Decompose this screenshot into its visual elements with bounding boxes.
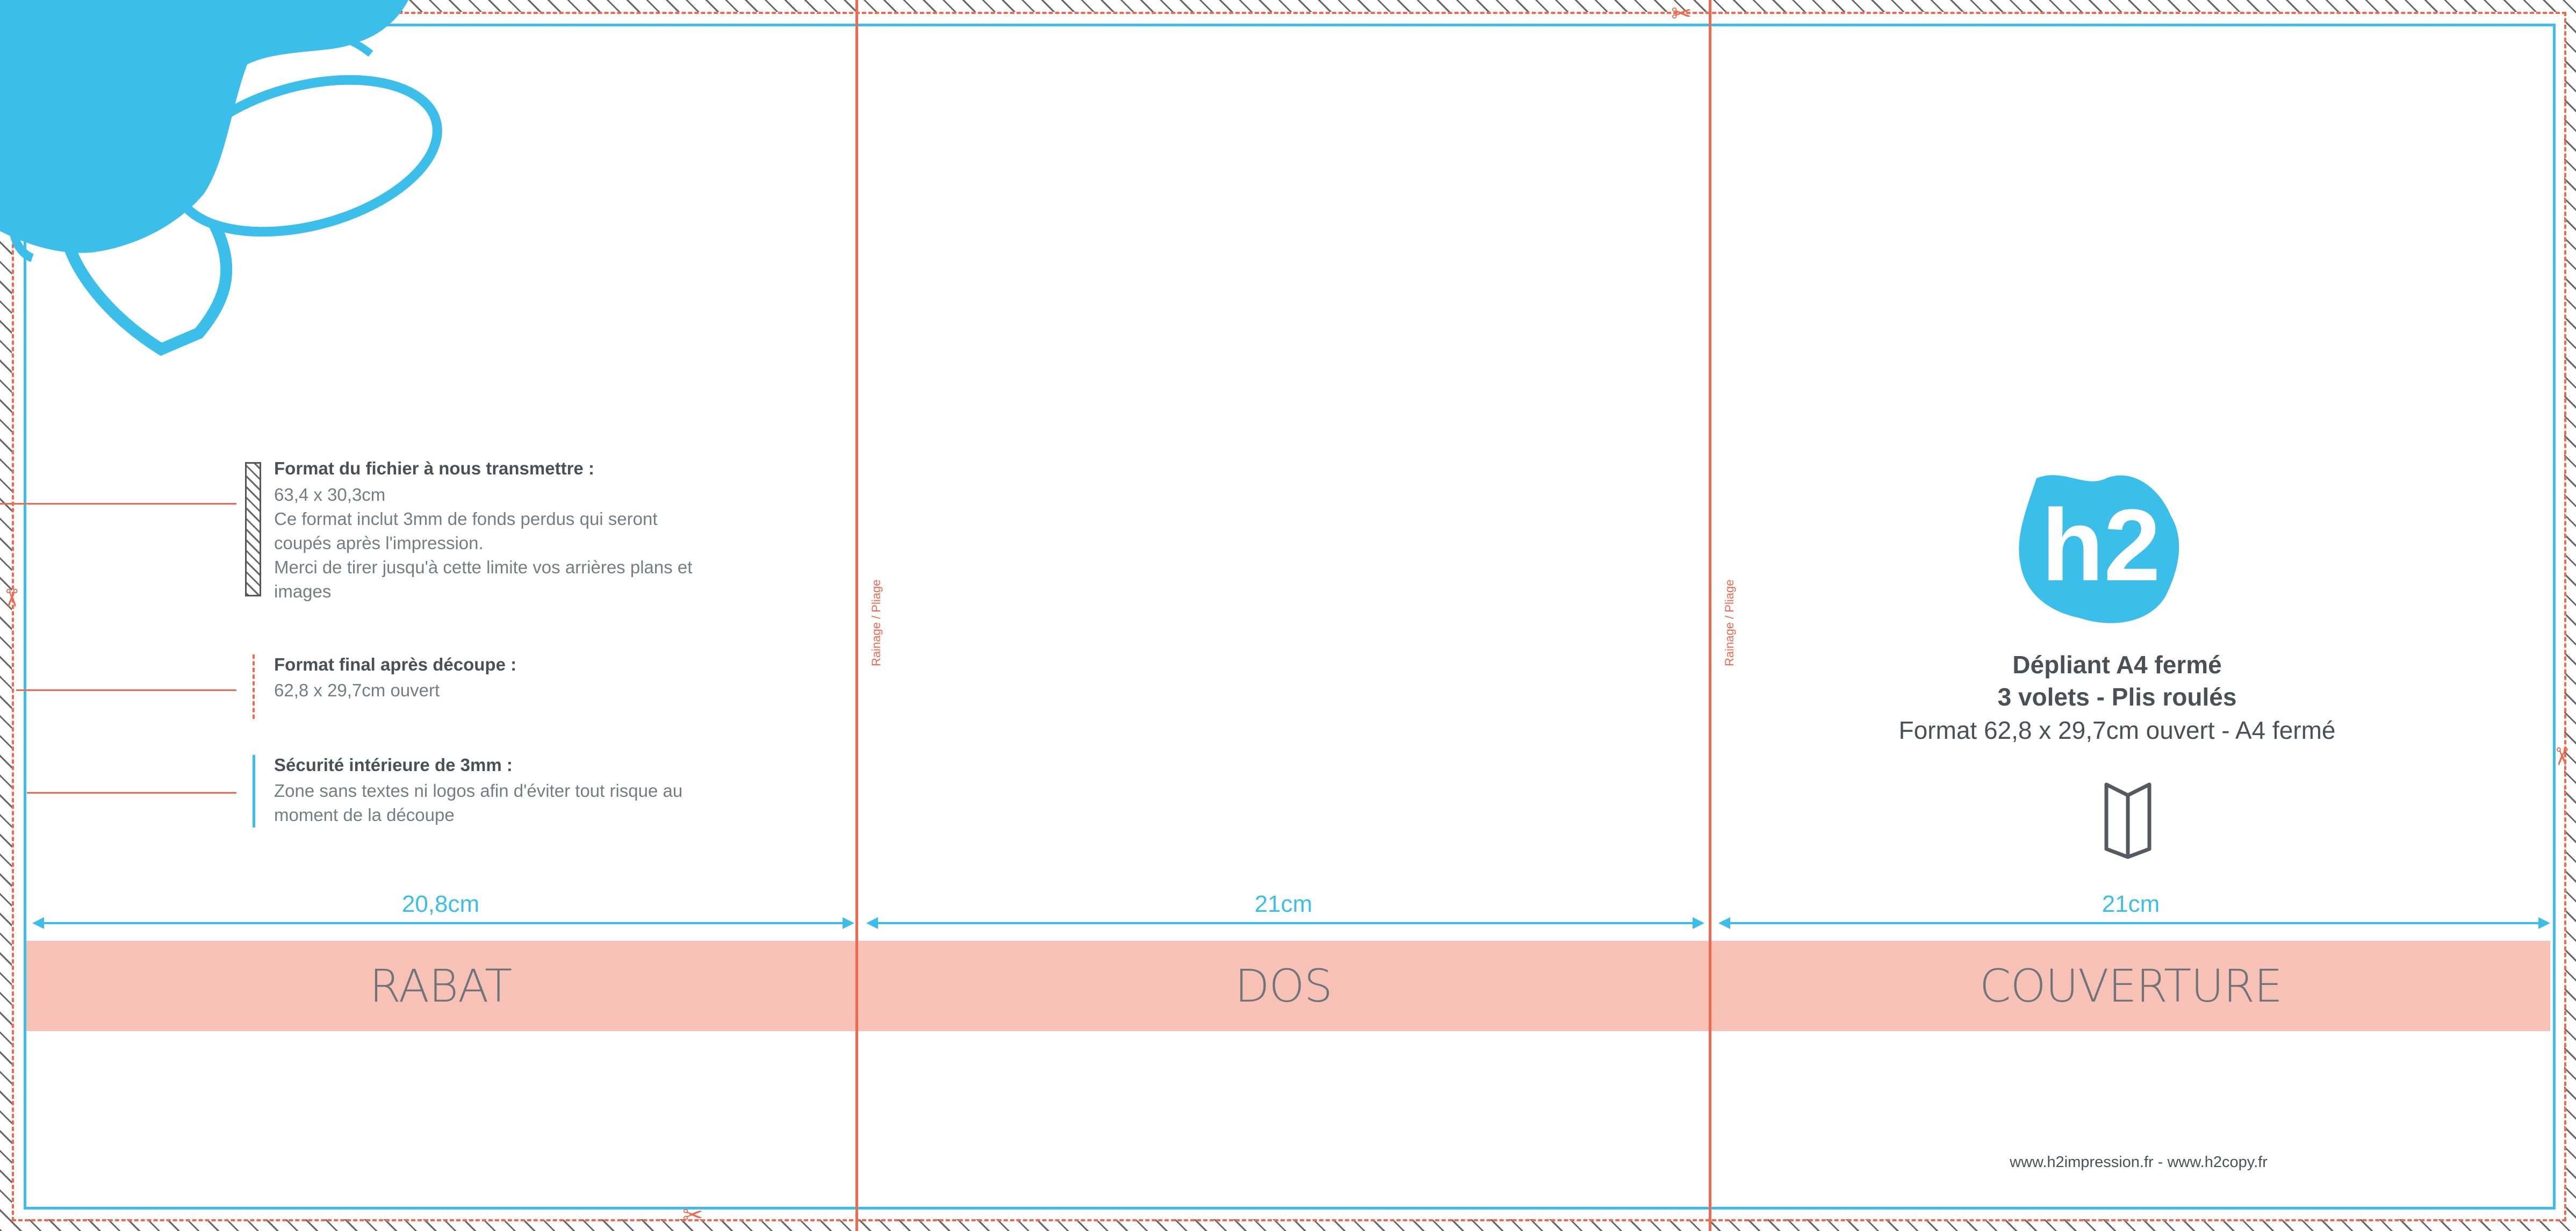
dimension-line-dos [870, 922, 1698, 924]
dimension-label-couverture: 21cm [2102, 891, 2160, 917]
arrow-right-icon [843, 917, 854, 929]
scissors-icon: ✂ [682, 1201, 703, 1229]
dimension-line-rabat [35, 922, 846, 924]
arrow-left-icon [32, 917, 44, 929]
panel-label-couverture: COUVERTURE [1979, 960, 2283, 1012]
final-pointer-line [16, 689, 236, 691]
bleed-legend-text: 63,4 x 30,3cm Ce format inclut 3mm de fo… [274, 483, 758, 603]
scissors-icon: ✂ [2548, 746, 2576, 767]
safety-pointer-line [27, 792, 236, 794]
bleed-legend-title: Format du fichier à nous transmettre : [274, 458, 594, 478]
final-legend-title: Format final après découpe : [274, 654, 517, 674]
safety-legend-swatch [253, 755, 255, 827]
safety-legend-line: Zone sans textes ni logos afin d'éviter … [274, 781, 683, 801]
bleed-legend-swatch [245, 462, 261, 596]
logo-text: h2 [2041, 488, 2161, 602]
arrow-right-icon [1693, 917, 1704, 929]
panel-label-dos: DOS [1234, 960, 1333, 1012]
arrow-right-icon [2538, 917, 2550, 929]
scissors-icon: ✂ [1671, 0, 1692, 27]
footer-websites: www.h2impression.fr - www.h2copy.fr [2010, 1154, 2268, 1171]
fold-label-1: Rainage / Pliage [869, 579, 883, 666]
panel-label-rabat: RABAT [369, 960, 513, 1012]
cover-title-line1: Dépliant A4 fermé [2012, 651, 2222, 679]
bleed-legend-line: Ce format inclut 3mm de fonds perdus qui… [274, 509, 658, 529]
folded-leaflet-icon [2104, 782, 2152, 859]
safety-legend-title: Sécurité intérieure de 3mm : [274, 755, 513, 775]
dimension-label-rabat: 20,8cm [401, 891, 480, 917]
dimension-line-couverture [1723, 922, 2541, 924]
fold-line-1 [855, 0, 858, 1231]
bleed-legend-line: coupés après l'impression. [274, 533, 484, 553]
bleed-legend-line: images [274, 581, 332, 601]
fold-label-2: Rainage / Pliage [1723, 579, 1736, 666]
safety-legend-text: Zone sans textes ni logos afin d'éviter … [274, 779, 758, 827]
arrow-left-icon [866, 917, 878, 929]
blue-splash-decoration [0, 0, 442, 356]
safety-legend-line: moment de la découpe [274, 805, 455, 825]
bleed-legend-line: 63,4 x 30,3cm [274, 485, 386, 505]
arrow-left-icon [1718, 917, 1730, 929]
final-legend-text: 62,8 x 29,7cm ouvert [274, 680, 440, 700]
cover-subtitle: Format 62,8 x 29,7cm ouvert - A4 fermé [1898, 716, 2336, 744]
dimension-label-dos: 21cm [1254, 891, 1313, 917]
bleed-legend-line: Merci de tirer jusqu'à cette limite vos … [274, 557, 693, 577]
bleed-pointer-line [0, 503, 236, 505]
h2-logo: h2 [2019, 475, 2179, 623]
cover-title-line2: 3 volets - Plis roulés [1997, 683, 2237, 711]
scissors-icon: ✂ [0, 587, 26, 609]
final-legend-swatch [253, 654, 255, 719]
fold-line-2 [1709, 0, 1711, 1231]
